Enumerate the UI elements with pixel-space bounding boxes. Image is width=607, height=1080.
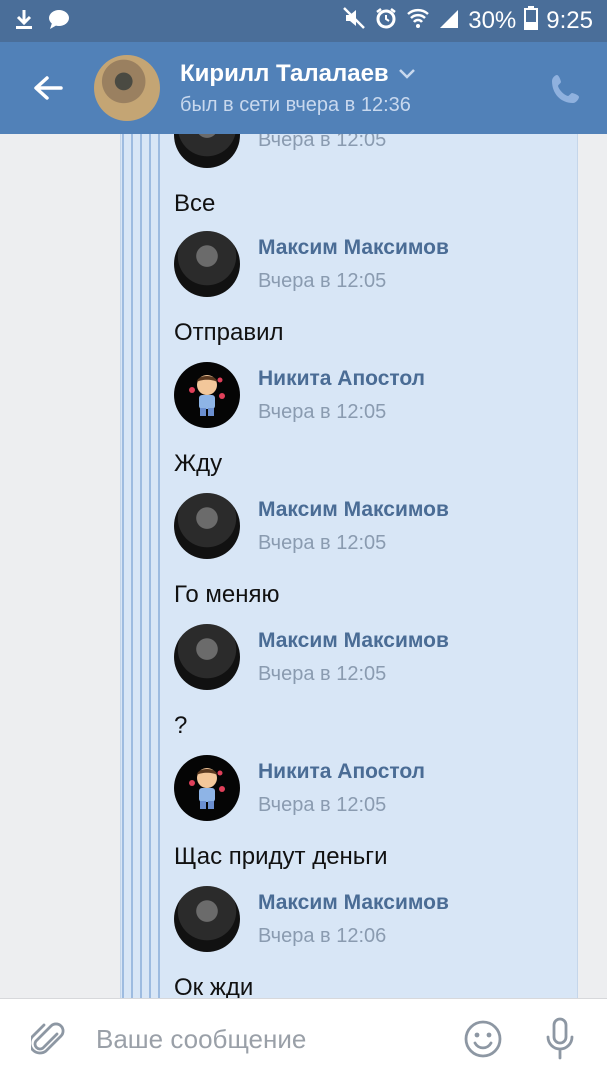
message-text: Ок жди xyxy=(174,974,254,998)
call-button[interactable] xyxy=(547,72,583,108)
forwarded-message[interactable]: Вчера в 12:05 Все xyxy=(174,134,574,218)
battery-icon xyxy=(524,5,539,37)
message-author[interactable]: Максим Максимов xyxy=(258,498,449,522)
avatar[interactable] xyxy=(174,886,240,952)
message-author[interactable]: Максим Максимов xyxy=(258,629,449,653)
message-time: Вчера в 12:05 xyxy=(258,400,387,423)
status-left xyxy=(14,8,70,35)
signal-icon xyxy=(438,7,460,36)
status-bar: 30% 9:25 xyxy=(0,0,607,42)
smiley-icon xyxy=(464,1020,502,1058)
forwarded-message[interactable]: Максим Максимов Вчера в 12:05 Го меняю xyxy=(174,493,574,609)
message-time: Вчера в 12:06 xyxy=(258,924,387,947)
voice-message-button[interactable] xyxy=(545,1017,575,1061)
message-text: Го меняю xyxy=(174,581,280,608)
emoji-button[interactable] xyxy=(463,1019,503,1059)
forwarded-message[interactable]: Никита Апостол Вчера в 12:05 Щас придут … xyxy=(174,755,574,871)
message-time: Вчера в 12:05 xyxy=(258,531,387,554)
status-right: 30% 9:25 xyxy=(342,5,593,37)
message-text: Щас придут деньги xyxy=(174,843,388,870)
forwarded-message[interactable]: Максим Максимов Вчера в 12:05 Отправил xyxy=(174,231,574,347)
paperclip-icon xyxy=(31,1022,65,1054)
forwarded-message[interactable]: Максим Максимов Вчера в 12:05 ? xyxy=(174,624,574,740)
message-time: Вчера в 12:05 xyxy=(258,134,387,151)
alarm-icon xyxy=(374,6,398,37)
message-time: Вчера в 12:05 xyxy=(258,269,387,292)
back-button[interactable] xyxy=(0,42,96,134)
header-avatar[interactable] xyxy=(94,55,160,121)
message-text: ? xyxy=(174,712,188,739)
chat-bubble-icon xyxy=(48,8,70,35)
phone-icon xyxy=(552,75,579,103)
contact-name: Кирилл Талалаев xyxy=(180,59,389,87)
message-text: Все xyxy=(174,190,216,217)
microphone-icon xyxy=(546,1017,574,1060)
messages-area[interactable]: Вчера в 12:05 Все Максим Максимов Вчера … xyxy=(0,134,607,998)
avatar[interactable] xyxy=(174,624,240,690)
last-seen-status: был в сети вчера в 12:36 xyxy=(180,93,411,116)
avatar[interactable] xyxy=(174,231,240,297)
message-text: Жду xyxy=(174,450,223,477)
message-input-bar xyxy=(0,998,607,1080)
chevron-down-icon xyxy=(398,68,415,79)
forwarded-message[interactable]: Максим Максимов Вчера в 12:06 Ок жди xyxy=(174,886,574,998)
forwarded-message[interactable]: Никита Апостол Вчера в 12:05 Жду xyxy=(174,362,574,478)
forward-nesting-lines xyxy=(122,134,162,998)
message-time: Вчера в 12:05 xyxy=(258,793,387,816)
status-time: 9:25 xyxy=(546,7,593,34)
cartoon-avatar-icon xyxy=(189,768,225,809)
avatar[interactable] xyxy=(174,493,240,559)
chat-header: Кирилл Талалаев был в сети вчера в 12:36 xyxy=(0,42,607,134)
message-author[interactable]: Максим Максимов xyxy=(258,891,449,915)
wifi-icon xyxy=(406,7,430,36)
message-text: Отправил xyxy=(174,319,284,346)
attach-button[interactable] xyxy=(0,999,96,1080)
message-author[interactable]: Максим Максимов xyxy=(258,236,449,260)
cartoon-avatar-icon xyxy=(189,375,225,416)
header-text[interactable]: Кирилл Талалаев был в сети вчера в 12:36 xyxy=(180,60,415,117)
avatar[interactable] xyxy=(174,755,240,821)
message-input[interactable] xyxy=(96,1009,451,1070)
arrow-left-icon xyxy=(34,76,63,100)
avatar[interactable] xyxy=(174,362,240,428)
message-author[interactable]: Никита Апостол xyxy=(258,367,425,391)
battery-percent: 30% xyxy=(468,7,517,34)
download-icon xyxy=(14,8,34,35)
message-author[interactable]: Никита Апостол xyxy=(258,760,425,784)
avatar[interactable] xyxy=(174,134,240,168)
message-time: Вчера в 12:05 xyxy=(258,662,387,685)
mute-icon xyxy=(342,6,366,37)
